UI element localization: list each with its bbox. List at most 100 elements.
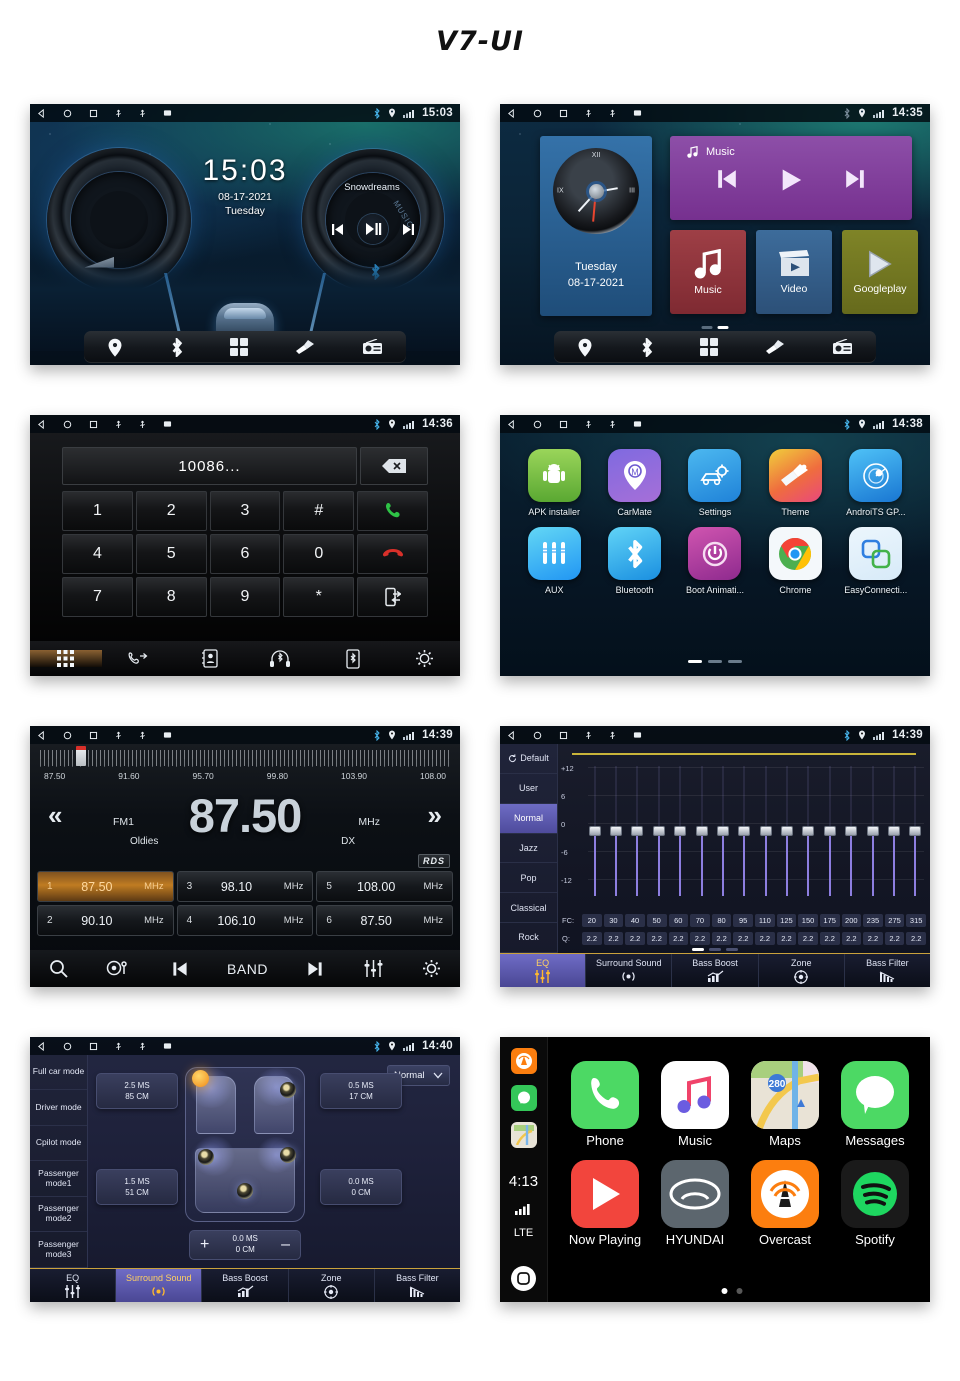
home-circle-icon[interactable] [533,731,542,740]
recents-square-icon[interactable] [89,420,98,429]
delay-front-right[interactable]: 0.5 MS 17 CM [320,1073,402,1110]
eq-fc-value[interactable]: 315 [906,914,926,927]
tab-bass-boost[interactable]: Bass Boost [202,1269,289,1302]
eq-preset-user[interactable]: User [500,774,557,804]
app-aux[interactable]: AUX [514,527,594,595]
sliders-icon[interactable] [363,959,384,978]
key-6[interactable]: 6 [209,534,281,574]
key-4[interactable]: 4 [62,534,133,574]
delay-front-left[interactable]: 2.5 MS 85 CM [96,1073,178,1110]
back-triangle-icon[interactable] [507,108,516,118]
prev-track-icon[interactable] [715,168,739,192]
hangup-button[interactable] [357,534,428,574]
app-bluetooth[interactable]: Bluetooth [594,527,674,595]
app-androits-gps[interactable]: AndroiTS GP... [836,449,916,517]
key-2[interactable]: 2 [135,491,207,531]
carplay-app-hyundai[interactable]: HYUNDAI [661,1160,729,1247]
play-icon[interactable] [778,168,804,192]
panel-carplay[interactable]: 4:13 LTE Phone Music 280 Maps Messages N… [500,1037,930,1302]
panel-home-widgets[interactable]: 14:35 XII III IX Tuesday 08-17-2021 Musi… [500,104,930,365]
eq-preset-list[interactable]: Default User Normal Jazz Pop Classical R… [500,744,558,953]
eq-preset-default[interactable]: Default [500,744,557,774]
antenna-icon[interactable] [106,959,132,978]
carplay-app-maps[interactable]: 280 Maps [751,1061,819,1148]
bluetooth-icon[interactable] [170,337,184,357]
app-easyconnection[interactable]: EasyConnecti... [836,527,916,595]
carplay-app-spotify[interactable]: Spotify [841,1160,909,1247]
key-star[interactable]: * [283,577,355,617]
key-0[interactable]: 0 [283,534,355,574]
next-track-icon[interactable] [401,223,416,236]
eq-fc-value[interactable]: 40 [625,914,645,927]
backspace-button[interactable] [360,447,428,485]
eq-band-slider[interactable] [712,766,733,896]
key-hash[interactable]: # [283,491,355,531]
carplay-sidebar[interactable]: 4:13 LTE [500,1037,548,1302]
eq-preset-classical[interactable]: Classical [500,893,557,924]
eq-band-slider[interactable] [627,766,648,896]
carplay-app-overcast[interactable]: Overcast [751,1160,819,1247]
mode-cpilot[interactable]: Cpilot mode [30,1126,87,1162]
tab-zone[interactable]: Zone [289,1269,375,1302]
eq-band-slider[interactable] [691,766,712,896]
tab-surround-sound[interactable]: Surround Sound [116,1269,203,1302]
app-chrome[interactable]: Chrome [755,527,835,595]
recents-square-icon[interactable] [559,109,568,118]
panel-radio[interactable]: 14:39 87.50 91.60 95.70 99.80 103.90 108… [30,726,460,987]
eq-fc-value[interactable]: 200 [841,914,862,927]
eq-q-value[interactable]: 2.2 [711,932,732,945]
music-widget[interactable]: Music [670,136,912,220]
dialer-tabbar[interactable] [30,641,460,676]
eq-preset-rock[interactable]: Rock [500,923,557,953]
preset-2[interactable]: 2 90.10 MHz [37,905,174,936]
messages-icon[interactable] [510,1085,537,1111]
eq-fc-value[interactable]: 70 [690,914,710,927]
eq-band-slider[interactable] [819,766,840,896]
transfer-call-button[interactable] [357,577,428,617]
radio-icon[interactable] [362,339,383,355]
tab-bass-boost[interactable]: Bass Boost [672,954,759,987]
key-9[interactable]: 9 [209,577,281,617]
cabin-diagram[interactable] [185,1067,305,1222]
panel-app-drawer[interactable]: 14:38 APK installer M CarMate Settings T… [500,415,930,676]
recents-square-icon[interactable] [559,420,568,429]
call-button[interactable] [357,491,428,531]
eq-band-slider[interactable] [670,766,691,896]
apps-grid-icon[interactable] [700,338,719,356]
eq-q-value[interactable]: 2.2 [690,932,710,945]
panel-home-clock[interactable]: 15:03 15:03 08-17-2021 Tuesday Snowdream… [30,104,460,365]
eq-preset-pop[interactable]: Pop [500,863,557,894]
decrease-button[interactable]: – [281,1236,290,1254]
audio-tabbar[interactable]: EQ Surround Sound Bass Boost Zone Bass F… [30,1268,460,1302]
home-circle-icon[interactable] [63,420,72,429]
eq-preset-jazz[interactable]: Jazz [500,834,557,864]
delay-rear-right[interactable]: 0.0 MS 0 CM [320,1169,402,1206]
eq-band-slider[interactable] [905,766,926,896]
eq-q-row[interactable]: Q: 2.2 2.2 2.2 2.2 2.2 2.2 2.2 2.2 2.2 2… [562,932,926,945]
tab-zone[interactable]: Zone [759,954,845,987]
eq-q-value[interactable]: 2.2 [776,932,797,945]
tab-bt-audio[interactable] [245,649,317,668]
key-8[interactable]: 8 [135,577,207,617]
eq-q-value[interactable]: 2.2 [841,932,862,945]
delay-rear-left[interactable]: 1.5 MS 51 CM [96,1169,178,1206]
back-triangle-icon[interactable] [37,419,46,429]
tab-keypad[interactable] [30,650,102,667]
eq-fc-value[interactable]: 125 [776,914,797,927]
eq-band-slider[interactable] [862,766,883,896]
carplay-app-music[interactable]: Music [661,1061,729,1148]
eq-q-value[interactable]: 2.2 [755,932,775,945]
eq-fc-value[interactable]: 235 [863,914,883,927]
app-boot-animation[interactable]: Boot Animati... [675,527,755,595]
preset-1[interactable]: 1 87.50 MHz [37,871,174,902]
overcast-icon[interactable] [510,1048,537,1074]
eq-q-value[interactable]: 2.2 [884,932,905,945]
eq-board[interactable]: +12 6 0 -6 -12 FC: 20 30 40 50 60 70 80 … [558,744,930,953]
dialed-number[interactable]: 10086... [62,447,357,485]
apps-grid-icon[interactable] [230,338,249,356]
eq-q-value[interactable]: 2.2 [603,932,624,945]
bottom-dock[interactable] [554,331,876,363]
band-button[interactable]: BAND [227,961,268,977]
back-triangle-icon[interactable] [37,730,46,740]
tab-eq[interactable]: EQ [30,1269,117,1302]
